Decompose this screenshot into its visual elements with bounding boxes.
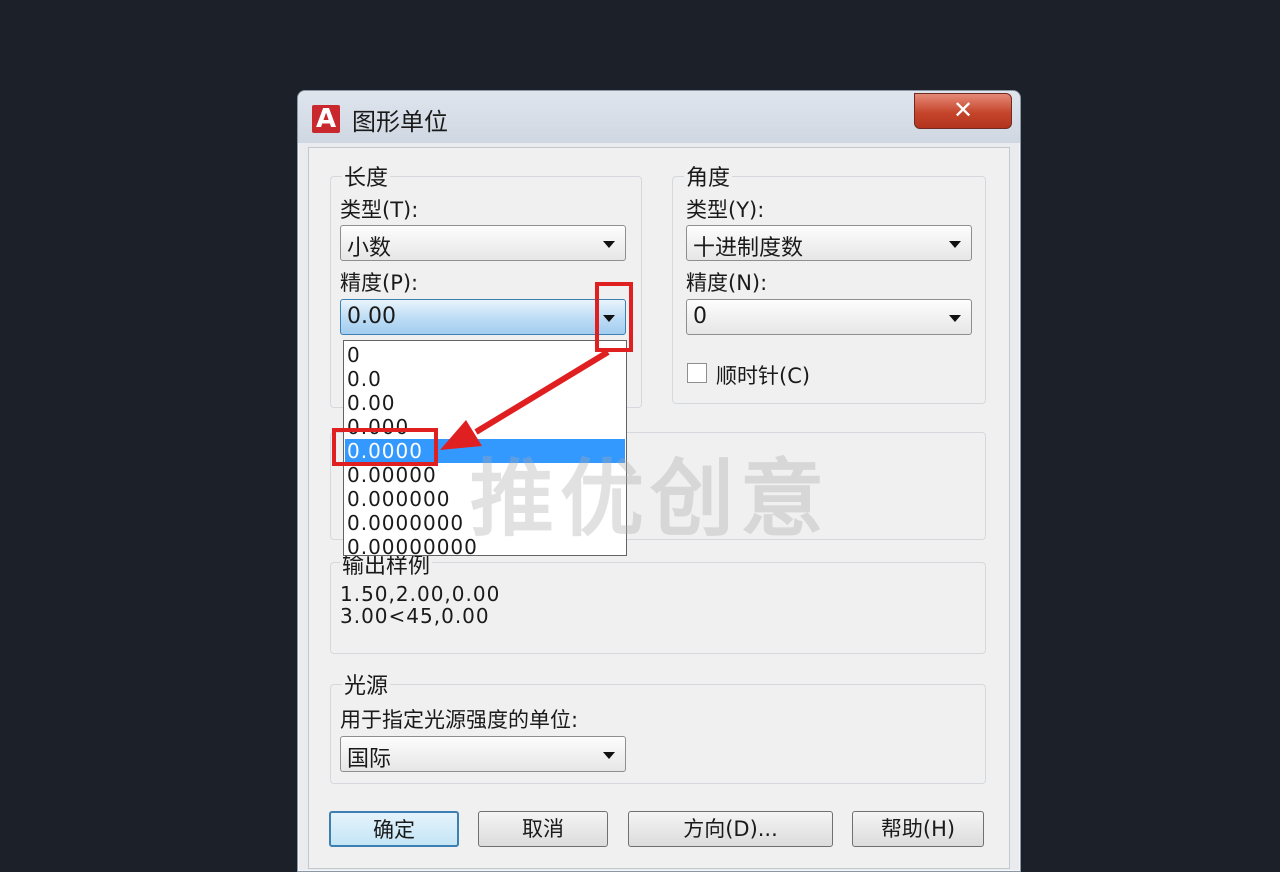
annotation-arrow-icon bbox=[440, 349, 610, 450]
